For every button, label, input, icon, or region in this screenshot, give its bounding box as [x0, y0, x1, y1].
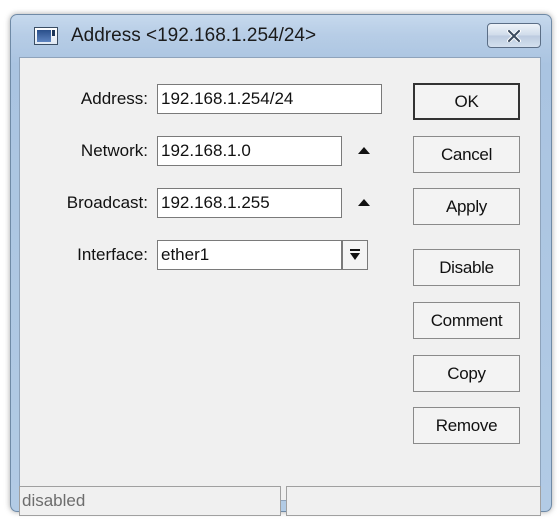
desktop: Address <192.168.1.254/24> Address: 192.…: [0, 0, 560, 519]
close-button[interactable]: [487, 23, 541, 48]
dropdown-arrow-icon: [350, 249, 360, 260]
window-title: Address <192.168.1.254/24>: [71, 25, 317, 46]
disable-button[interactable]: Disable: [413, 249, 520, 286]
cancel-button[interactable]: Cancel: [413, 136, 520, 173]
network-label: Network:: [80, 141, 148, 160]
status-bar-state: disabled: [19, 486, 281, 516]
status-bar-info: [286, 486, 541, 516]
address-input[interactable]: 192.168.1.254/24: [157, 84, 382, 114]
interface-label: Interface:: [77, 245, 148, 264]
network-toggle-arrow-icon[interactable]: [358, 147, 370, 154]
interface-dropdown-button[interactable]: [342, 240, 368, 270]
title-bar[interactable]: Address <192.168.1.254/24>: [11, 15, 551, 55]
dialog-body: Address: 192.168.1.254/24 Network: 192.1…: [19, 57, 541, 516]
copy-button[interactable]: Copy: [413, 355, 520, 392]
close-icon: [507, 29, 521, 42]
network-input[interactable]: 192.168.1.0: [157, 136, 342, 166]
broadcast-toggle-arrow-icon[interactable]: [358, 199, 370, 206]
remove-button[interactable]: Remove: [413, 407, 520, 444]
comment-button[interactable]: Comment: [413, 302, 520, 339]
broadcast-input[interactable]: 192.168.1.255: [157, 188, 342, 218]
window-icon: [34, 27, 58, 45]
ok-button[interactable]: OK: [413, 83, 520, 120]
interface-select[interactable]: ether1: [157, 240, 342, 270]
address-label: Address:: [80, 89, 148, 108]
apply-button[interactable]: Apply: [413, 188, 520, 225]
broadcast-label: Broadcast:: [66, 193, 148, 212]
address-dialog-window: Address <192.168.1.254/24> Address: 192.…: [10, 14, 552, 516]
